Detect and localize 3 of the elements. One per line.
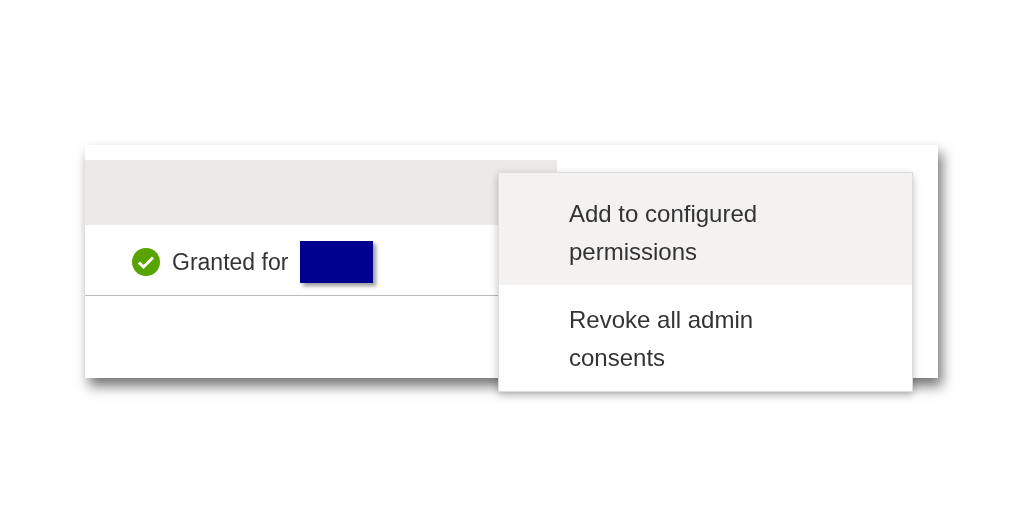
menu-item[interactable]: Add to configured permissions <box>499 173 912 285</box>
menu-item[interactable]: Revoke all admin consents <box>499 285 912 391</box>
status-text: Granted for <box>172 247 289 277</box>
